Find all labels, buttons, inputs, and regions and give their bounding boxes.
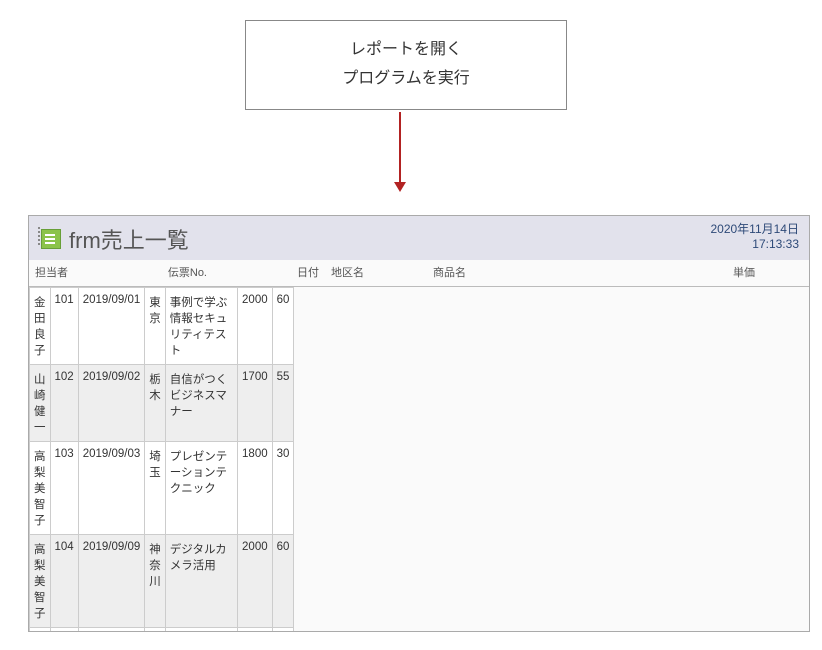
cell-qty: 30 [272, 442, 294, 535]
cell-staff: 高梨美智子 [30, 535, 51, 628]
cell-qty: 60 [272, 535, 294, 628]
sales-table: 担当者 伝票No. 日付 地区名 商品名 単価 数量 金田良子1012019/0… [29, 260, 810, 632]
col-header-date: 日付 [213, 260, 325, 287]
cell-date: 2019/09/01 [78, 288, 145, 365]
cell-area: 東京 [145, 288, 166, 365]
table-row[interactable]: 高梨美智子1042019/09/09神奈川デジタルカメラ活用200060 [30, 535, 294, 628]
cell-staff: 高梨美智子 [30, 442, 51, 535]
cell-slip: 101 [50, 288, 78, 365]
table-body: 金田良子1012019/09/01東京事例で学ぶ情報セキュリティテスト20006… [29, 287, 141, 632]
report-title: frm売上一覧 [69, 223, 189, 255]
report-icon [41, 229, 61, 249]
top-action-box: レポートを開く プログラムを実行 [245, 20, 567, 110]
cell-area: 群馬 [145, 628, 166, 633]
table-row[interactable]: 山崎健一1052019/09/05群馬事例で学ぶ個人情報保護100030 [30, 628, 294, 633]
top-line-2: プログラムを実行 [256, 65, 556, 94]
cell-price: 1000 [238, 628, 273, 633]
report-time: 17:13:33 [710, 237, 799, 251]
cell-date: 2019/09/05 [78, 628, 145, 633]
report-date: 2020年11月14日 [710, 220, 799, 237]
cell-slip: 102 [50, 365, 78, 442]
cell-qty: 60 [272, 288, 294, 365]
col-header-area: 地区名 [325, 260, 427, 287]
cell-qty: 30 [272, 628, 294, 633]
cell-product: 事例で学ぶ情報セキュリティテスト [165, 288, 237, 365]
report-window: frm売上一覧 2020年11月14日 17:13:33 担当者 伝票No. 日… [28, 215, 810, 632]
table-row[interactable]: 山崎健一1022019/09/02栃木自信がつくビジネスマナー170055 [30, 365, 294, 442]
cell-date: 2019/09/09 [78, 535, 145, 628]
cell-date: 2019/09/02 [78, 365, 145, 442]
table-row[interactable]: 高梨美智子1032019/09/03埼玉プレゼンテーションテクニック180030 [30, 442, 294, 535]
cell-price: 1800 [238, 442, 273, 535]
table-header-row: 担当者 伝票No. 日付 地区名 商品名 単価 数量 [29, 260, 810, 287]
cell-area: 栃木 [145, 365, 166, 442]
cell-staff: 山崎健一 [30, 628, 51, 633]
cell-price: 2000 [238, 288, 273, 365]
col-header-staff: 担当者 [29, 260, 141, 287]
cell-area: 神奈川 [145, 535, 166, 628]
top-line-1: レポートを開く [256, 36, 556, 65]
cell-price: 2000 [238, 535, 273, 628]
cell-staff: 山崎健一 [30, 365, 51, 442]
cell-slip: 104 [50, 535, 78, 628]
flow-arrow [394, 112, 406, 192]
col-header-product: 商品名 [427, 260, 639, 287]
cell-product: 自信がつくビジネスマナー [165, 365, 237, 442]
cell-slip: 103 [50, 442, 78, 535]
cell-product: プレゼンテーションテクニック [165, 442, 237, 535]
col-header-price: 単価 [639, 260, 761, 287]
cell-slip: 105 [50, 628, 78, 633]
report-header: frm売上一覧 2020年11月14日 17:13:33 [29, 216, 809, 260]
cell-staff: 金田良子 [30, 288, 51, 365]
col-header-slip: 伝票No. [141, 260, 213, 287]
cell-product: 事例で学ぶ個人情報保護 [165, 628, 237, 633]
table-row[interactable]: 金田良子1012019/09/01東京事例で学ぶ情報セキュリティテスト20006… [30, 288, 294, 365]
cell-price: 1700 [238, 365, 273, 442]
cell-date: 2019/09/03 [78, 442, 145, 535]
cell-product: デジタルカメラ活用 [165, 535, 237, 628]
cell-qty: 55 [272, 365, 294, 442]
cell-area: 埼玉 [145, 442, 166, 535]
col-header-qty: 数量 [761, 260, 810, 287]
report-datetime: 2020年11月14日 17:13:33 [710, 220, 799, 251]
